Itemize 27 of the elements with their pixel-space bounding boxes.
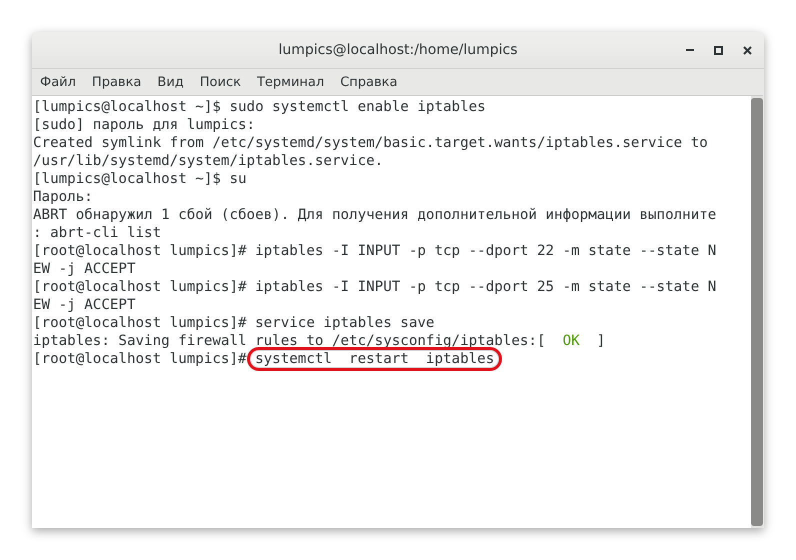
terminal-text: [sudo] пароль для lumpics: xyxy=(33,117,256,133)
menu-item[interactable]: Справка xyxy=(340,74,398,90)
terminal-text: [lumpics@localhost ~]$ su xyxy=(33,171,247,187)
menu-item[interactable]: Правка xyxy=(92,74,142,90)
terminal-text: Created symlink from /etc/systemd/system/basic.target.wants/iptables.service to xyxy=(33,135,708,151)
terminal-text: [root@localhost lumpics]# xyxy=(33,351,248,367)
terminal-text: [root@localhost lumpics]# iptables -I INPUT -p tcp --dport 22 -m state --state N xyxy=(33,243,716,259)
status-ok-text: OK xyxy=(562,333,580,349)
menu-item[interactable]: Терминал xyxy=(256,74,324,90)
menu-item[interactable]: Поиск xyxy=(200,74,241,90)
terminal-text: iptables: Saving firewall rules to /etc/sysconfig/iptables:[ xyxy=(33,333,546,349)
window-title: lumpics@localhost:/home/lumpics xyxy=(278,42,518,58)
close-icon[interactable] xyxy=(743,46,752,54)
terminal-text: EW -j ACCEPT xyxy=(33,297,136,313)
terminal-text: [lumpics@localhost ~]$ sudo systemctl enable iptables xyxy=(33,99,486,115)
terminal-text: ABRT обнаружил 1 сбой (сбоев). Для получения дополнительной информации выполните xyxy=(33,207,716,223)
maximize-icon[interactable] xyxy=(714,46,723,54)
terminal-text: : abrt-cli list xyxy=(33,225,162,241)
terminal-text: ] xyxy=(596,333,606,349)
terminal-text: /usr/lib/systemd/system/iptables.service. xyxy=(33,153,384,169)
minimize-icon[interactable] xyxy=(686,49,694,51)
terminal-text: EW -j ACCEPT xyxy=(33,261,136,277)
menu-item[interactable]: Файл xyxy=(40,74,76,90)
menu-item[interactable]: Вид xyxy=(157,74,184,90)
terminal-text: [root@localhost lumpics]# iptables -I INPUT -p tcp --dport 25 -m state --state N xyxy=(33,279,716,295)
terminal-text: Пароль: xyxy=(33,189,93,205)
terminal-text: [root@localhost lumpics]# service iptables save xyxy=(33,315,434,331)
